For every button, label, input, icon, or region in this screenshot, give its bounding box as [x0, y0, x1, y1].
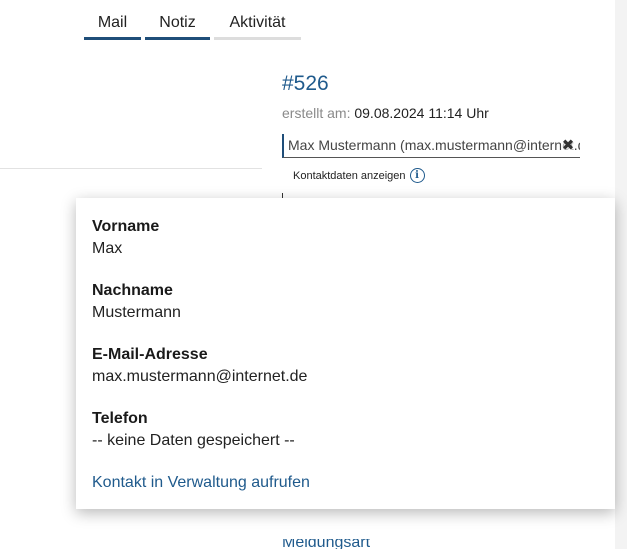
email-label: E-Mail-Adresse: [92, 346, 208, 363]
open-contact-admin-link[interactable]: Kontakt in Verwaltung aufrufen: [92, 472, 599, 494]
ticket-id: #526: [282, 72, 329, 95]
tab-aktivitaet[interactable]: Aktivität: [214, 10, 301, 40]
last-name-value: Mustermann: [92, 304, 181, 321]
field-email: E-Mail-Adresse max.mustermann@internet.d…: [92, 344, 599, 388]
contact-input[interactable]: Max Mustermann (max.mustermann@internet.…: [282, 134, 580, 158]
tab-notiz[interactable]: Notiz: [145, 10, 210, 40]
first-name-value: Max: [92, 240, 123, 257]
show-contact-label: Kontaktdaten anzeigen: [293, 169, 406, 182]
contact-details-popup: Vorname Max Nachname Mustermann E-Mail-A…: [76, 198, 615, 509]
phone-label: Telefon: [92, 410, 148, 427]
created-label: erstellt am:: [282, 105, 351, 121]
tab-bar: Mail Notiz Aktivität: [84, 10, 301, 40]
field-last-name: Nachname Mustermann: [92, 280, 599, 324]
created-date: 09.08.2024 11:14 Uhr: [354, 105, 489, 121]
tab-mail[interactable]: Mail: [84, 10, 141, 40]
field-phone: Telefon -- keine Daten gespeichert --: [92, 408, 599, 452]
info-icon[interactable]: i: [409, 168, 425, 183]
phone-value: -- keine Daten gespeichert --: [92, 432, 295, 449]
last-name-label: Nachname: [92, 282, 173, 299]
clear-icon[interactable]: ✖: [561, 137, 575, 155]
scroll-area-edge: [615, 0, 627, 549]
field-first-name: Vorname Max: [92, 216, 599, 260]
email-value: max.mustermann@internet.de: [92, 368, 308, 385]
show-contact-toggle[interactable]: Kontaktdaten anzeigen i: [293, 168, 425, 183]
first-name-label: Vorname: [92, 218, 160, 235]
meldungsart-link[interactable]: Meldungsart: [282, 539, 370, 549]
section-divider: [0, 168, 262, 169]
created-info: erstellt am: 09.08.2024 11:14 Uhr: [282, 105, 489, 121]
meldungsart-label: Meldungsart: [282, 539, 371, 549]
